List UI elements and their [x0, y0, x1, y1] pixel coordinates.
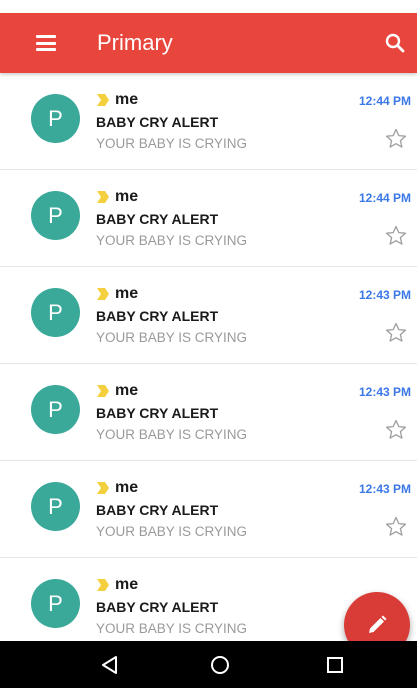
- avatar[interactable]: P: [31, 579, 80, 628]
- message-subject: BABY CRY ALERT: [96, 308, 219, 324]
- message-subject: BABY CRY ALERT: [96, 405, 219, 421]
- status-bar: [0, 0, 417, 13]
- list-item[interactable]: P me BABY CRY ALERT YOUR BABY IS CRYING …: [0, 267, 417, 364]
- app-bar: Primary: [0, 13, 417, 73]
- star-icon[interactable]: [384, 224, 408, 248]
- message-time: 12:43 PM: [358, 482, 411, 496]
- important-marker-icon[interactable]: [96, 481, 110, 495]
- star-icon[interactable]: [384, 321, 408, 345]
- message-subject: BABY CRY ALERT: [96, 114, 219, 130]
- important-marker-icon[interactable]: [96, 384, 110, 398]
- home-icon[interactable]: [208, 653, 232, 677]
- list-item[interactable]: P me BABY CRY ALERT YOUR BABY IS CRYING …: [0, 364, 417, 461]
- message-time: 12:43 PM: [358, 385, 411, 399]
- message-snippet: YOUR BABY IS CRYING: [96, 524, 248, 539]
- message-snippet: YOUR BABY IS CRYING: [96, 621, 248, 636]
- message-time: 12:44 PM: [358, 191, 411, 205]
- message-subject: BABY CRY ALERT: [96, 211, 219, 227]
- page-title: Primary: [97, 30, 173, 55]
- sender-name: me: [115, 479, 139, 496]
- sender-name: me: [115, 91, 139, 108]
- important-marker-icon[interactable]: [96, 190, 110, 204]
- message-time: 12:44 PM: [358, 94, 411, 108]
- sender-name: me: [115, 188, 139, 205]
- list-item[interactable]: P me BABY CRY ALERT YOUR BABY IS CRYING …: [0, 461, 417, 558]
- message-snippet: YOUR BABY IS CRYING: [96, 330, 248, 345]
- star-icon[interactable]: [384, 127, 408, 151]
- menu-icon[interactable]: [36, 35, 56, 51]
- important-marker-icon[interactable]: [96, 93, 110, 107]
- avatar[interactable]: P: [31, 385, 80, 434]
- sender-name: me: [115, 576, 139, 593]
- message-snippet: YOUR BABY IS CRYING: [96, 136, 248, 151]
- avatar[interactable]: P: [31, 482, 80, 531]
- star-icon[interactable]: [384, 515, 408, 539]
- recents-icon[interactable]: [323, 653, 347, 677]
- avatar[interactable]: P: [31, 191, 80, 240]
- system-nav-bar: [0, 641, 417, 688]
- message-subject: BABY CRY ALERT: [96, 502, 219, 518]
- list-item[interactable]: P me BABY CRY ALERT YOUR BABY IS CRYING …: [0, 73, 417, 170]
- avatar[interactable]: P: [31, 94, 80, 143]
- list-item[interactable]: P me BABY CRY ALERT YOUR BABY IS CRYING …: [0, 170, 417, 267]
- sender-name: me: [115, 382, 139, 399]
- message-time: 12:43 PM: [358, 288, 411, 302]
- avatar[interactable]: P: [31, 288, 80, 337]
- message-snippet: YOUR BABY IS CRYING: [96, 233, 248, 248]
- message-list: P me BABY CRY ALERT YOUR BABY IS CRYING …: [0, 73, 417, 655]
- search-icon[interactable]: [383, 31, 407, 55]
- star-icon[interactable]: [384, 418, 408, 442]
- important-marker-icon[interactable]: [96, 287, 110, 301]
- message-snippet: YOUR BABY IS CRYING: [96, 427, 248, 442]
- message-subject: BABY CRY ALERT: [96, 599, 219, 615]
- pencil-icon: [369, 615, 387, 633]
- back-icon[interactable]: [98, 653, 122, 677]
- sender-name: me: [115, 285, 139, 302]
- important-marker-icon[interactable]: [96, 578, 110, 592]
